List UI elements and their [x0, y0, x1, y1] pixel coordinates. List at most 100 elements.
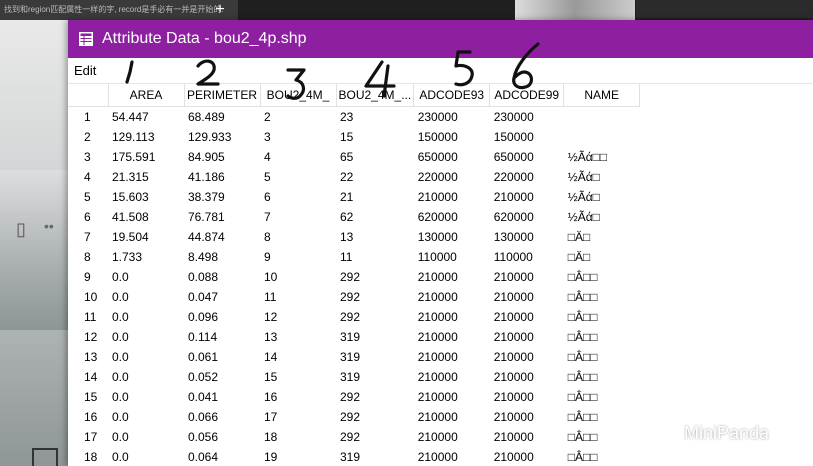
table-cell[interactable]: 210000: [414, 347, 490, 367]
table-cell[interactable]: 7: [260, 207, 336, 227]
table-row[interactable]: 17 0.0 0.056 18 292 210000 210000 □Â□□: [68, 427, 640, 447]
table-cell[interactable]: □Ä□: [564, 227, 640, 247]
attribute-table-container[interactable]: AREA PERIMETER BOU2_4M_ BOU2_4M_... ADCODE93…: [68, 84, 813, 466]
table-cell[interactable]: 210000: [414, 367, 490, 387]
table-cell[interactable]: 15.603: [108, 187, 184, 207]
table-cell[interactable]: 19.504: [108, 227, 184, 247]
table-cell[interactable]: 130000: [490, 227, 564, 247]
table-cell[interactable]: 1.733: [108, 247, 184, 267]
row-number[interactable]: 10: [68, 287, 108, 307]
table-cell[interactable]: 210000: [490, 327, 564, 347]
table-cell[interactable]: 0.096: [184, 307, 260, 327]
title-bar[interactable]: Attribute Data - bou2_4p.shp: [68, 20, 813, 58]
table-row[interactable]: 15 0.0 0.041 16 292 210000 210000 □Â□□: [68, 387, 640, 407]
table-cell[interactable]: 0.0: [108, 387, 184, 407]
table-cell[interactable]: 0.088: [184, 267, 260, 287]
table-cell[interactable]: 0.0: [108, 307, 184, 327]
table-cell[interactable]: 0.061: [184, 347, 260, 367]
table-cell[interactable]: 210000: [490, 187, 564, 207]
table-cell[interactable]: 10: [260, 267, 336, 287]
table-cell[interactable]: 21.315: [108, 167, 184, 187]
row-number[interactable]: 16: [68, 407, 108, 427]
table-cell[interactable]: □Ä□: [564, 247, 640, 267]
table-cell[interactable]: □Â□□: [564, 387, 640, 407]
table-cell[interactable]: [564, 127, 640, 147]
table-cell[interactable]: 0.0: [108, 347, 184, 367]
table-cell[interactable]: □Â□□: [564, 367, 640, 387]
table-cell[interactable]: 210000: [490, 347, 564, 367]
table-cell[interactable]: 0.0: [108, 447, 184, 466]
table-cell[interactable]: 620000: [490, 207, 564, 227]
table-cell[interactable]: 210000: [490, 387, 564, 407]
table-cell[interactable]: 210000: [490, 427, 564, 447]
table-cell[interactable]: 319: [336, 327, 414, 347]
table-cell[interactable]: □Â□□: [564, 287, 640, 307]
table-cell[interactable]: 319: [336, 447, 414, 466]
table-cell[interactable]: □Â□□: [564, 327, 640, 347]
table-cell[interactable]: ½Ãά□: [564, 207, 640, 227]
table-cell[interactable]: 292: [336, 427, 414, 447]
table-cell[interactable]: 6: [260, 187, 336, 207]
table-cell[interactable]: 0.0: [108, 327, 184, 347]
table-cell[interactable]: 8.498: [184, 247, 260, 267]
table-cell[interactable]: 18: [260, 427, 336, 447]
table-cell[interactable]: 13: [336, 227, 414, 247]
table-cell[interactable]: 210000: [414, 327, 490, 347]
column-header[interactable]: ADCODE93: [413, 84, 491, 107]
table-row[interactable]: 9 0.0 0.088 10 292 210000 210000 □Â□□: [68, 267, 640, 287]
table-row[interactable]: 4 21.315 41.186 5 22 220000 220000 ½Ãά□: [68, 167, 640, 187]
table-cell[interactable]: 210000: [490, 267, 564, 287]
table-cell[interactable]: 210000: [414, 307, 490, 327]
fullscreen-icon[interactable]: [32, 448, 58, 466]
table-cell[interactable]: 210000: [490, 447, 564, 466]
table-row[interactable]: 3 175.591 84.905 4 65 650000 650000 ½Ãά□□: [68, 147, 640, 167]
table-cell[interactable]: 210000: [414, 427, 490, 447]
table-cell[interactable]: 650000: [490, 147, 564, 167]
table-cell[interactable]: □Â□□: [564, 347, 640, 367]
table-cell[interactable]: 62: [336, 207, 414, 227]
table-row[interactable]: 2 129.113 129.933 3 15 150000 150000: [68, 127, 640, 147]
table-row[interactable]: 12 0.0 0.114 13 319 210000 210000 □Â□□: [68, 327, 640, 347]
column-header[interactable]: PERIMETER: [184, 84, 261, 107]
table-cell[interactable]: 210000: [414, 267, 490, 287]
row-number[interactable]: 12: [68, 327, 108, 347]
table-cell[interactable]: 17: [260, 407, 336, 427]
menu-edit[interactable]: Edit: [74, 58, 96, 83]
row-number[interactable]: 14: [68, 367, 108, 387]
table-cell[interactable]: 210000: [490, 407, 564, 427]
table-cell[interactable]: 319: [336, 347, 414, 367]
table-cell[interactable]: 0.0: [108, 287, 184, 307]
table-cell[interactable]: 130000: [414, 227, 490, 247]
column-header[interactable]: NAME: [563, 84, 641, 107]
table-cell[interactable]: 13: [260, 327, 336, 347]
table-cell[interactable]: 210000: [490, 307, 564, 327]
table-cell[interactable]: 76.781: [184, 207, 260, 227]
table-cell[interactable]: 3: [260, 127, 336, 147]
table-cell[interactable]: 210000: [490, 367, 564, 387]
row-number[interactable]: 17: [68, 427, 108, 447]
table-cell[interactable]: 11: [336, 247, 414, 267]
table-cell[interactable]: □Â□□: [564, 407, 640, 427]
table-cell[interactable]: 110000: [490, 247, 564, 267]
table-cell[interactable]: 15: [336, 127, 414, 147]
table-row[interactable]: 13 0.0 0.061 14 319 210000 210000 □Â□□: [68, 347, 640, 367]
table-row[interactable]: 14 0.0 0.052 15 319 210000 210000 □Â□□: [68, 367, 640, 387]
table-row[interactable]: 7 19.504 44.874 8 13 130000 130000 □Ä□: [68, 227, 640, 247]
table-cell[interactable]: 0.0: [108, 267, 184, 287]
table-cell[interactable]: 150000: [414, 127, 490, 147]
background-tab[interactable]: 找到和region匹配属性一样的字, record是手必有一并是开始的.: [0, 0, 238, 20]
table-cell[interactable]: 210000: [414, 387, 490, 407]
table-cell[interactable]: 210000: [414, 187, 490, 207]
table-cell[interactable]: 0.052: [184, 367, 260, 387]
table-cell[interactable]: 0.114: [184, 327, 260, 347]
table-cell[interactable]: 210000: [414, 287, 490, 307]
more-dots-icon[interactable]: ••: [44, 218, 54, 234]
table-cell[interactable]: 19: [260, 447, 336, 466]
table-cell[interactable]: 210000: [414, 407, 490, 427]
table-cell[interactable]: 23: [336, 107, 414, 128]
table-cell[interactable]: □Â□□: [564, 267, 640, 287]
table-cell[interactable]: 0.041: [184, 387, 260, 407]
table-cell[interactable]: 292: [336, 307, 414, 327]
table-cell[interactable]: 210000: [414, 447, 490, 466]
row-number[interactable]: 11: [68, 307, 108, 327]
